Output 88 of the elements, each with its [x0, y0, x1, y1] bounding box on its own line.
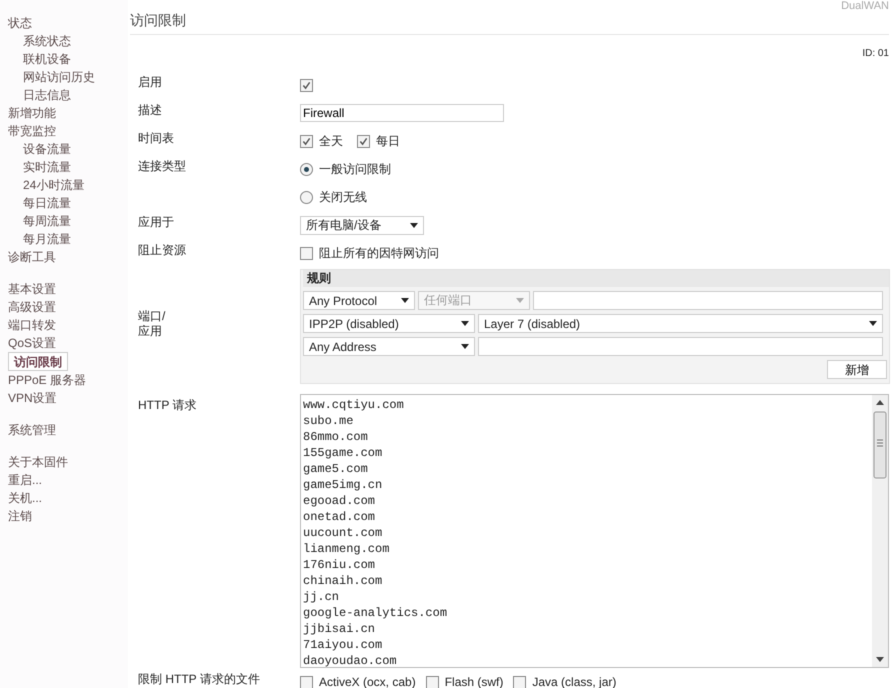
checkbox-label: 每日 — [376, 132, 400, 150]
port-field[interactable] — [533, 291, 883, 310]
sidebar-item[interactable]: 设备流量 — [23, 140, 71, 158]
url-entry: daoyoudao.com — [303, 653, 397, 667]
caret-icon — [410, 222, 418, 228]
sidebar-item[interactable]: 诊断工具 — [8, 248, 56, 266]
sidebar-item[interactable]: 系统管理 — [8, 421, 56, 439]
add-button[interactable]: 新增 — [827, 360, 887, 379]
caret-icon — [401, 298, 409, 303]
sidebar-item[interactable]: 每周流量 — [23, 212, 71, 230]
ipp2p-dropdown[interactable]: IPP2P (disabled) — [303, 314, 475, 333]
url-entry: game5img.cn — [303, 477, 382, 493]
field-label: 应用 — [138, 324, 162, 339]
sidebar-item[interactable]: 网站访问历史 — [23, 68, 95, 86]
sidebar-item[interactable]: 带宽监控 — [8, 122, 56, 140]
sidebar-item[interactable]: 系统状态 — [23, 32, 71, 50]
field-label: 端口/ — [138, 309, 166, 324]
sidebar-item[interactable]: 关机... — [8, 489, 42, 507]
apply-to-dropdown[interactable]: 所有电脑/设备 — [300, 216, 424, 234]
url-entry: jj.cn — [303, 589, 340, 605]
caret-icon — [516, 298, 524, 303]
field-label: HTTP 请求 — [137, 397, 198, 414]
sidebar-item[interactable]: 日志信息 — [23, 86, 71, 104]
scrollbar-drawing[interactable] — [872, 395, 888, 667]
field-label: 启用 — [137, 74, 163, 91]
field-label: 描述 — [137, 102, 163, 119]
protocol-dropdown[interactable]: Any Protocol — [303, 291, 415, 310]
caret-icon — [461, 321, 469, 326]
checkbox[interactable] — [300, 676, 313, 688]
description-field[interactable]: Firewall — [300, 104, 504, 122]
checkbox[interactable] — [300, 246, 313, 260]
radio-button[interactable] — [300, 190, 313, 204]
address-field[interactable] — [478, 337, 883, 356]
sidebar-item[interactable]: 24小时流量 — [23, 176, 84, 194]
sidebar-item[interactable]: 新增功能 — [8, 104, 56, 122]
checkbox[interactable] — [300, 78, 313, 92]
radio-button[interactable] — [300, 162, 313, 176]
field-label: 时间表 — [137, 130, 175, 147]
checkbox[interactable] — [513, 676, 526, 688]
field-label: 阻止资源 — [137, 242, 187, 259]
sidebar-item[interactable]: PPPoE 服务器 — [8, 371, 86, 389]
url-entry: 155game.com — [303, 445, 382, 461]
sidebar-item[interactable]: 关于本固件 — [8, 453, 68, 471]
field-label: 连接类型 — [137, 158, 187, 175]
id-label: ID: 01 — [862, 48, 889, 58]
url-entry: onetad.com — [303, 509, 376, 525]
caret-icon — [461, 344, 469, 349]
layer7-dropdown[interactable]: Layer 7 (disabled) — [478, 314, 883, 333]
radio-label: 关闭无线 — [319, 188, 367, 206]
field-label: 限制 HTTP 请求的文件 — [137, 671, 261, 688]
url-entry: 176niu.com — [303, 557, 376, 573]
url-entry: 86mmo.com — [303, 429, 368, 445]
sidebar-item[interactable]: 每日流量 — [23, 194, 71, 212]
sidebar-item[interactable]: 注销 — [8, 507, 32, 525]
brand-label: DualWAN — [841, 0, 889, 12]
sidebar-item[interactable]: 重启... — [8, 471, 42, 489]
sidebar-item[interactable]: 每月流量 — [23, 230, 71, 248]
http-request-field[interactable]: www.cqtiyu.com subo.me 86mmo.com 155game.com game5.com game5img.cn egooad.com onetad.com uucount.com lianmeng.com 176niu.com chinaih.com jj.cn google-analytics.com jjbisai.cn 71aiyou.com daoyoudao.com — [300, 394, 889, 668]
sidebar-item[interactable]: 端口转发 — [8, 316, 56, 334]
url-entry: google-analytics.com — [303, 605, 448, 621]
url-entry: 71aiyou.com — [303, 637, 382, 653]
url-entry: subo.me — [303, 413, 354, 429]
url-entry: egooad.com — [303, 493, 376, 509]
rules-header: 规则 — [303, 270, 889, 287]
checkbox[interactable] — [300, 134, 313, 148]
sidebar-item[interactable]: VPN设置 — [8, 389, 57, 407]
page-title: 访问限制 — [130, 12, 186, 30]
sidebar-item[interactable]: 联机设备 — [23, 50, 71, 68]
sidebar-item[interactable]: 实时流量 — [23, 158, 71, 176]
checkbox[interactable] — [357, 134, 370, 148]
url-entry: www.cqtiyu.com — [303, 397, 404, 413]
radio-label: 一般访问限制 — [319, 160, 391, 178]
url-entry: lianmeng.com — [303, 541, 390, 557]
url-entry: game5.com — [303, 461, 368, 477]
sidebar-item[interactable]: 访问限制 — [8, 352, 68, 371]
address-dropdown[interactable]: Any Address — [303, 337, 475, 356]
sidebar-item[interactable]: 基本设置 — [8, 280, 56, 298]
sidebar-item[interactable]: QoS设置 — [8, 334, 56, 352]
sidebar-item[interactable]: 高级设置 — [8, 298, 56, 316]
url-entry: jjbisai.cn — [303, 621, 376, 637]
caret-icon — [869, 321, 877, 326]
checkbox-label: 阻止所有的因特网访问 — [319, 244, 439, 262]
checkbox[interactable] — [426, 676, 439, 688]
checkbox-label: 全天 — [319, 132, 343, 150]
field-label: 应用于 — [137, 214, 175, 231]
sidebar-item[interactable]: 状态 — [8, 14, 32, 32]
url-entry: uucount.com — [303, 525, 382, 541]
url-entry: chinaih.com — [303, 573, 382, 589]
